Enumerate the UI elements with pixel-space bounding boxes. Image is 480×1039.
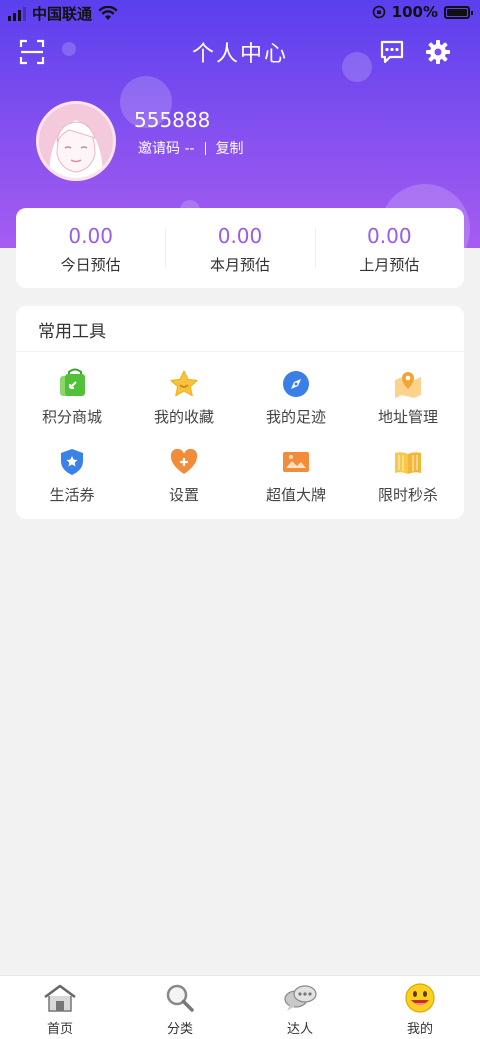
battery-percent: 100%	[391, 3, 438, 21]
heart-plus-icon	[170, 448, 198, 474]
avatar-face-icon	[49, 120, 103, 178]
tool-footprints[interactable]: 我的足迹	[240, 368, 352, 427]
invite-code: 邀请码 --	[138, 141, 195, 157]
tool-label: 限时秒杀	[377, 486, 438, 504]
rotation-lock-icon	[372, 5, 385, 19]
tool-favorites[interactable]: 我的收藏	[128, 368, 240, 427]
tab-experts[interactable]: 达人	[240, 976, 360, 1039]
divider	[16, 351, 464, 352]
stat-label: 上月预估	[359, 256, 420, 274]
battery-icon	[444, 5, 473, 19]
status-bar: 中国联通 100%	[0, 0, 480, 26]
search-icon	[166, 984, 194, 1012]
tab-bar: 首页 分类 达人 我的	[0, 975, 480, 1039]
tool-label: 地址管理	[377, 408, 438, 426]
tab-label: 分类	[166, 1022, 193, 1037]
tool-label: 我的足迹	[265, 408, 326, 426]
tool-life-coupons[interactable]: 生活券	[16, 446, 128, 505]
user-id: 555888	[134, 108, 211, 132]
stat-value: 0.00	[367, 224, 412, 248]
tool-settings[interactable]: 设置	[128, 446, 240, 505]
signal-icon	[8, 6, 26, 21]
common-tools-card: 常用工具 积分商城 我的收藏 我的足迹 地址管理 生活券 设置 超值大牌 限时秒…	[16, 306, 464, 519]
shopping-bag-icon	[60, 368, 85, 396]
map-pin-icon	[395, 372, 421, 398]
tab-mine[interactable]: 我的	[360, 976, 480, 1039]
avatar[interactable]	[36, 101, 116, 181]
section-title: 常用工具	[38, 322, 106, 342]
gear-icon[interactable]	[424, 38, 452, 66]
tab-label: 我的	[406, 1022, 433, 1037]
stat-value: 0.00	[68, 224, 113, 248]
divider	[204, 141, 206, 155]
tool-label: 我的收藏	[153, 408, 214, 426]
compass-icon	[283, 371, 309, 397]
tool-label: 超值大牌	[265, 486, 326, 504]
tool-big-brands[interactable]: 超值大牌	[240, 446, 352, 505]
smiley-icon	[405, 983, 435, 1013]
star-icon	[170, 370, 198, 397]
tool-label: 积分商城	[41, 408, 102, 426]
tool-points-mall[interactable]: 积分商城	[16, 368, 128, 427]
invite-code-row: 邀请码 -- 复制	[138, 138, 244, 158]
tab-label: 达人	[286, 1022, 313, 1037]
stat-value: 0.00	[217, 224, 263, 248]
home-icon	[44, 984, 76, 1012]
page-title: 个人中心	[191, 42, 288, 67]
tab-home[interactable]: 首页	[0, 976, 120, 1039]
chat-bubbles-icon	[284, 985, 317, 1011]
tool-label: 设置	[168, 486, 199, 504]
nav-bar: 个人中心	[0, 30, 480, 74]
earnings-card: 0.00 今日预估 0.00 本月预估 0.00 上月预估	[16, 208, 464, 288]
shield-star-icon	[61, 449, 83, 475]
stat-label: 本月预估	[209, 256, 270, 274]
tab-label: 首页	[46, 1022, 73, 1037]
tool-label: 生活券	[49, 486, 95, 504]
image-icon	[283, 452, 309, 472]
book-icon	[395, 452, 421, 474]
wifi-icon	[98, 6, 118, 20]
stat-label: 今日预估	[60, 256, 121, 274]
stat-last-month[interactable]: 0.00 上月预估	[314, 208, 464, 288]
message-icon[interactable]	[378, 38, 406, 66]
stat-this-month[interactable]: 0.00 本月预估	[165, 208, 314, 288]
copy-button[interactable]: 复制	[216, 138, 244, 158]
stat-today[interactable]: 0.00 今日预估	[16, 208, 165, 288]
tab-category[interactable]: 分类	[120, 976, 240, 1039]
tool-address[interactable]: 地址管理	[352, 368, 464, 427]
carrier-name: 中国联通	[32, 5, 93, 23]
tool-flash-sale[interactable]: 限时秒杀	[352, 446, 464, 505]
